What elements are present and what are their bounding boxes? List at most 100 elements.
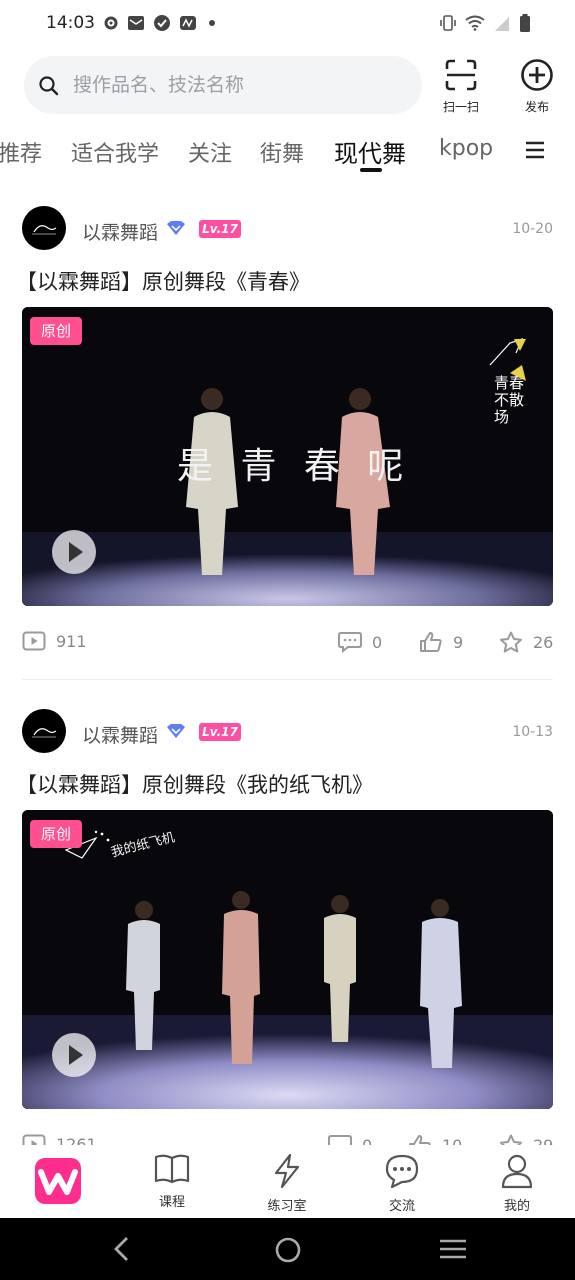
tab-suitable[interactable]: 适合我学 xyxy=(71,136,159,168)
category-tabs: 推荐 适合我学 关注 街舞 现代舞 kpop xyxy=(0,130,575,178)
publish-label: 发布 xyxy=(524,100,549,114)
views-stat: 911 xyxy=(22,631,87,651)
nav-community-label: 交流 xyxy=(388,1199,415,1214)
app-logo-icon xyxy=(38,1169,78,1195)
search-box[interactable] xyxy=(24,56,422,114)
tab-kpop[interactable]: kpop xyxy=(439,136,493,161)
views-stat: 1261 xyxy=(22,1134,97,1145)
post-date: 10-20 xyxy=(512,221,553,237)
status-bar: 14:03 xyxy=(0,0,575,48)
scan-button[interactable]: 扫一扫 xyxy=(438,58,484,115)
views-count: 1261 xyxy=(56,1134,97,1146)
notification-icons xyxy=(103,14,215,32)
comments-count: 0 xyxy=(362,1135,373,1146)
home-icon[interactable] xyxy=(274,1236,302,1264)
favorites-count: 26 xyxy=(533,632,554,652)
battery-icon xyxy=(520,14,530,32)
more-notifications-dot xyxy=(209,20,215,26)
video-play-icon xyxy=(22,1134,46,1145)
chat-icon xyxy=(385,1154,419,1189)
video-thumbnail[interactable]: 是 青 春 呢 青春不散场 原创 xyxy=(22,307,553,606)
post-stats: 911 0 9 26 xyxy=(0,631,575,661)
check-circle-icon xyxy=(154,15,170,31)
comments-stat[interactable]: 0 xyxy=(328,1134,372,1145)
tab-recommend[interactable]: 推荐 xyxy=(0,136,42,168)
thumbs-up-icon xyxy=(420,632,442,652)
recents-icon[interactable] xyxy=(439,1238,467,1260)
favorites-count: 29 xyxy=(533,1135,554,1146)
post-title[interactable]: 【以霖舞蹈】原创舞段《青春》 xyxy=(16,266,310,296)
likes-count: 10 xyxy=(442,1135,463,1146)
star-icon xyxy=(500,1134,522,1145)
nav-courses-label: 课程 xyxy=(158,1195,185,1210)
settings-icon xyxy=(104,16,118,30)
search-input[interactable] xyxy=(73,56,403,114)
verified-icon xyxy=(167,724,185,738)
likes-stat[interactable]: 10 xyxy=(408,1134,462,1145)
add-circle-icon xyxy=(521,59,553,91)
search-icon xyxy=(39,76,59,96)
play-button[interactable] xyxy=(52,1033,96,1077)
post-card[interactable]: 以霖舞蹈 Lv.17 10-13 【以霖舞蹈】原创舞段《我的纸飞机》 我的纸飞机… xyxy=(0,699,575,1145)
back-icon[interactable] xyxy=(112,1236,132,1262)
favorites-stat[interactable]: 29 xyxy=(499,1134,553,1145)
star-icon xyxy=(500,631,522,653)
scan-icon xyxy=(445,59,477,91)
comments-count: 0 xyxy=(372,632,383,652)
post-date: 10-13 xyxy=(512,724,553,740)
comment-icon xyxy=(338,632,362,653)
post-divider xyxy=(22,679,553,680)
decorative-star-icon xyxy=(489,338,526,381)
publish-button[interactable]: 发布 xyxy=(514,58,560,115)
app-notification-icon xyxy=(180,16,196,30)
tab-street-dance[interactable]: 街舞 xyxy=(260,136,304,168)
original-badge: 原创 xyxy=(30,820,82,848)
post-stats: 1261 0 10 29 xyxy=(0,1134,575,1145)
home-logo-button[interactable] xyxy=(35,1158,81,1204)
tab-modern-dance[interactable]: 现代舞 xyxy=(334,134,406,169)
avatar[interactable] xyxy=(22,709,66,753)
likes-stat[interactable]: 9 xyxy=(419,631,463,653)
nav-community[interactable]: 交流 xyxy=(372,1153,432,1214)
author-name[interactable]: 以霖舞蹈 xyxy=(82,721,158,748)
tab-following[interactable]: 关注 xyxy=(188,136,232,168)
system-navigation-bar xyxy=(0,1218,575,1280)
views-count: 911 xyxy=(56,631,87,651)
play-button[interactable] xyxy=(52,530,96,574)
nav-courses[interactable]: 课程 xyxy=(142,1153,202,1210)
signal-icon xyxy=(495,17,509,31)
mail-icon xyxy=(128,16,144,30)
post-card[interactable]: 以霖舞蹈 Lv.17 10-20 【以霖舞蹈】原创舞段《青春》 是 青 春 呢 … xyxy=(0,196,575,680)
search-row: 扫一扫 发布 xyxy=(0,56,575,120)
active-tab-indicator xyxy=(360,168,382,172)
status-time: 14:03 xyxy=(46,13,95,33)
menu-icon[interactable] xyxy=(525,140,545,160)
nav-profile[interactable]: 我的 xyxy=(487,1153,547,1214)
comment-icon xyxy=(328,1135,352,1145)
system-status-icons xyxy=(439,14,531,32)
video-overlay-text: 是 青 春 呢 xyxy=(177,446,412,487)
thumbs-up-icon xyxy=(409,1135,431,1145)
likes-count: 9 xyxy=(453,632,464,652)
comments-stat[interactable]: 0 xyxy=(338,631,382,653)
level-badge: Lv.17 xyxy=(199,723,241,741)
favorites-stat[interactable]: 26 xyxy=(499,631,553,653)
original-badge: 原创 xyxy=(30,317,82,345)
wifi-icon xyxy=(465,15,485,31)
nav-practice-room-label: 练习室 xyxy=(267,1199,307,1214)
user-icon xyxy=(501,1154,533,1189)
book-icon xyxy=(154,1154,190,1184)
nav-profile-label: 我的 xyxy=(503,1199,530,1214)
video-thumbnail[interactable]: 我的纸飞机 原创 xyxy=(22,810,553,1109)
author-name[interactable]: 以霖舞蹈 xyxy=(82,218,158,245)
nav-practice-room[interactable]: 练习室 xyxy=(257,1153,317,1214)
level-badge: Lv.17 xyxy=(199,220,241,238)
lightning-icon xyxy=(274,1153,300,1189)
post-title[interactable]: 【以霖舞蹈】原创舞段《我的纸飞机》 xyxy=(16,769,373,799)
verified-icon xyxy=(167,221,185,235)
video-play-icon xyxy=(22,631,46,651)
scan-label: 扫一扫 xyxy=(442,100,479,114)
avatar[interactable] xyxy=(22,206,66,250)
vibrate-icon xyxy=(440,15,456,31)
bottom-nav: 课程 练习室 交流 我的 xyxy=(0,1145,575,1218)
